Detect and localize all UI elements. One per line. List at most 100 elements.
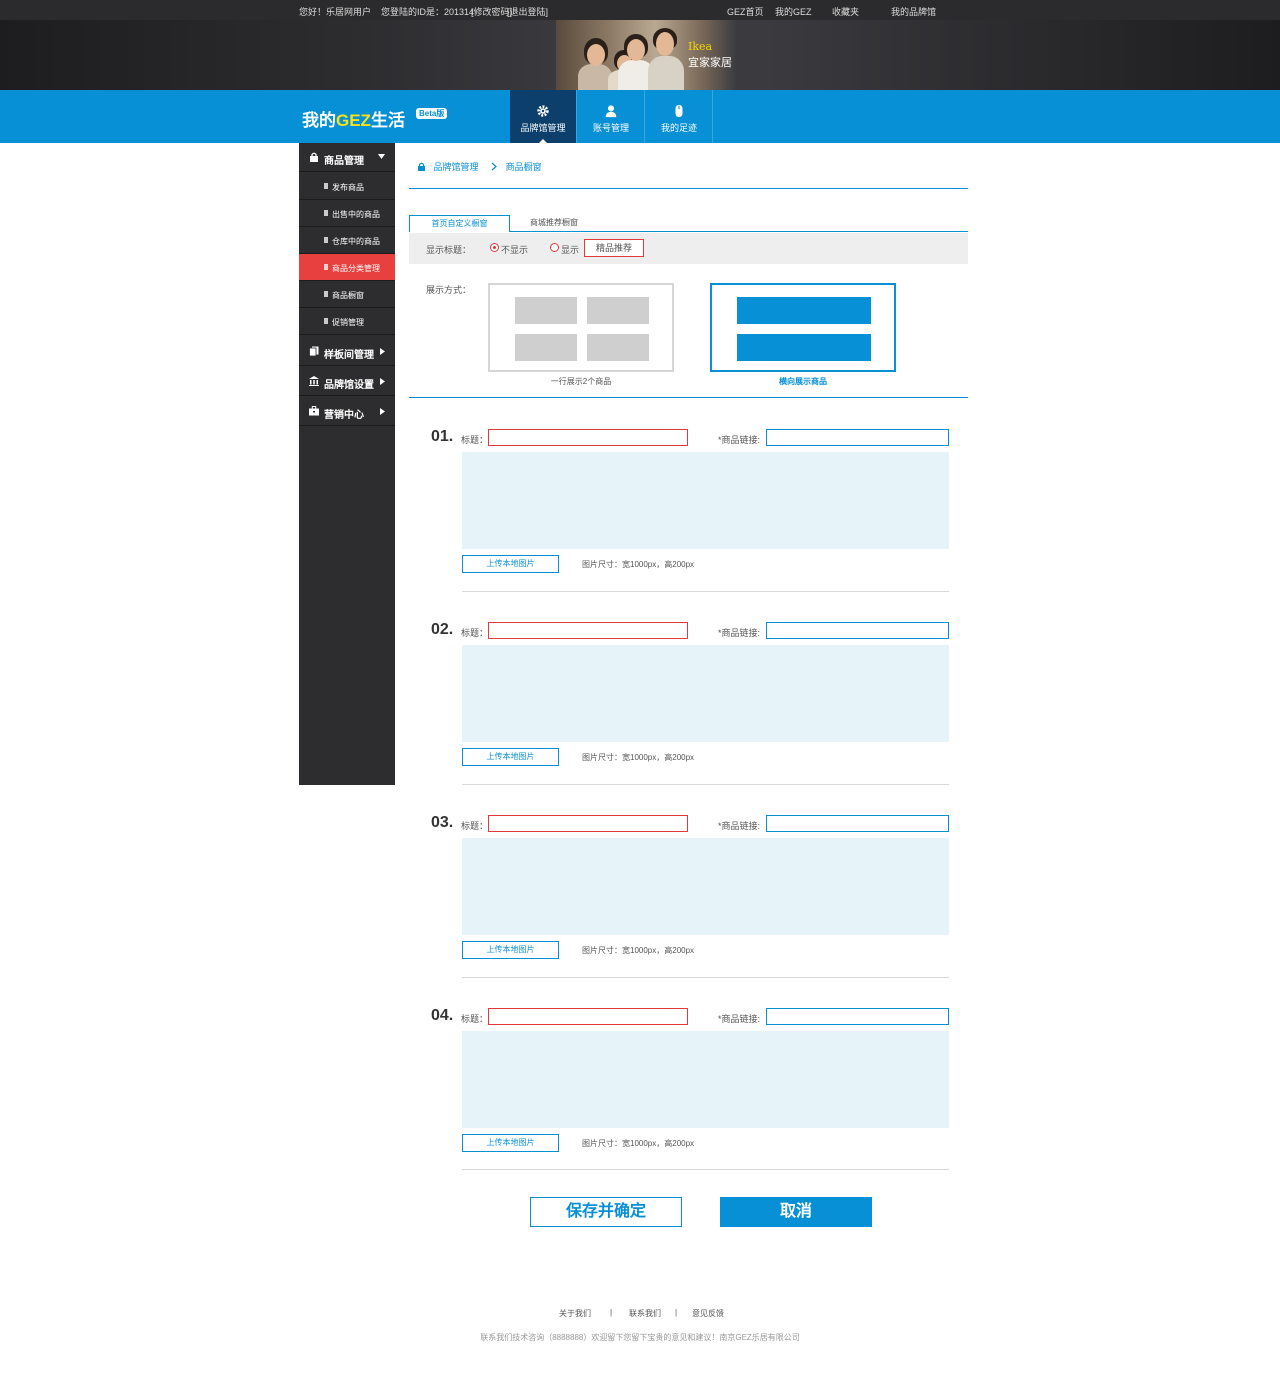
footer-link-about[interactable]: 关于我们 xyxy=(559,1308,591,1319)
radio-hide-title[interactable] xyxy=(490,243,499,252)
display-mode-label: 展示方式： xyxy=(426,285,472,295)
change-password-link[interactable]: [修改密码] xyxy=(471,5,512,18)
beta-badge: Beta版 xyxy=(416,108,448,119)
breadcrumb-root-link[interactable]: 品牌馆管理 xyxy=(434,162,479,172)
sidebar-item-label: 商品橱窗 xyxy=(332,291,364,300)
main-nav: 我的GEZ生活 Beta版 品牌馆管理 账号管理 我的足迹 xyxy=(0,90,1280,143)
sidebar-group-sample-room[interactable]: 样板间管理 xyxy=(299,337,395,366)
chevron-down-icon xyxy=(378,154,385,159)
divider xyxy=(462,784,949,785)
logo-brand: GEZ xyxy=(336,111,371,130)
sidebar-group-label: 商品管理 xyxy=(324,156,364,167)
slot-title-input[interactable] xyxy=(488,1008,688,1025)
slot-number: 03. xyxy=(431,814,454,831)
image-size-hint: 图片尺寸：宽1000px，高200px xyxy=(582,946,695,955)
divider xyxy=(462,591,949,592)
brand-name-cn: 宜家家居 xyxy=(688,57,732,69)
slot-link-input[interactable] xyxy=(766,429,949,446)
top-link-my-gez[interactable]: 我的GEZ xyxy=(775,5,812,18)
user-icon xyxy=(605,105,617,118)
family-photo: Ikea 宜家家居 xyxy=(556,20,736,90)
slot-image-preview xyxy=(462,645,949,742)
footer-link-feedback[interactable]: 意见反馈 xyxy=(692,1308,724,1319)
slot-title-input[interactable] xyxy=(488,429,688,446)
slot-link-input[interactable] xyxy=(766,815,949,832)
sidebar-group-product-management[interactable]: 商品管理 xyxy=(299,143,395,172)
greeting-text: 您好！乐居网用户 xyxy=(299,7,372,17)
top-link-home[interactable]: GEZ首页 xyxy=(727,5,764,18)
slot-link-label: *商品链接: xyxy=(718,435,761,445)
layout-option-two-per-row[interactable] xyxy=(488,283,674,372)
sidebar-item-warehouse[interactable]: 仓库中的商品 xyxy=(299,227,395,254)
radio-show-title[interactable] xyxy=(550,243,559,252)
slot-link-label: *商品链接: xyxy=(718,1014,761,1024)
nav-tab-label: 账号管理 xyxy=(592,123,629,133)
sidebar-item-showcase[interactable]: 商品橱窗 xyxy=(299,281,395,308)
active-tab-pointer xyxy=(539,139,547,143)
layout-preview-block xyxy=(515,334,577,361)
show-title-label: 显示标题： xyxy=(426,245,472,255)
save-confirm-button[interactable]: 保存并确定 xyxy=(530,1197,682,1227)
layout-option-horizontal[interactable] xyxy=(710,283,896,372)
divider xyxy=(462,1169,949,1170)
slot-link-input[interactable] xyxy=(766,622,949,639)
chevron-right-icon xyxy=(380,348,385,355)
layout-preview-block xyxy=(587,297,649,324)
cancel-button[interactable]: 取消 xyxy=(720,1197,872,1227)
sidebar-item-on-sale[interactable]: 出售中的商品 xyxy=(299,200,395,227)
sidebar-group-label: 样板间管理 xyxy=(324,350,374,361)
sidebar: 商品管理 发布商品 出售中的商品 仓库中的商品 商品分类管理 商品橱窗 促销管理… xyxy=(299,143,395,785)
upload-image-button[interactable]: 上传本地图片 xyxy=(462,941,559,959)
sidebar-item-promotion[interactable]: 促销管理 xyxy=(299,308,395,335)
layout-option-two-per-row-caption: 一行展示2个商品 xyxy=(550,377,612,386)
slot-title-label: 标题： xyxy=(461,1014,489,1024)
slot-link-input[interactable] xyxy=(766,1008,949,1025)
nav-tab-label: 我的足迹 xyxy=(660,123,697,133)
chevron-right-icon xyxy=(380,408,385,415)
chevron-right-icon xyxy=(491,162,497,171)
briefcase-icon xyxy=(309,406,319,416)
radio-hide-label: 不显示 xyxy=(501,245,529,255)
sidebar-group-brand-settings[interactable]: 品牌馆设置 xyxy=(299,367,395,396)
slot-image-preview xyxy=(462,838,949,935)
title-text-input[interactable]: 精品推荐 xyxy=(584,239,644,257)
tab-homepage-custom-showcase[interactable]: 首页自定义橱窗 xyxy=(409,215,510,232)
upload-image-button[interactable]: 上传本地图片 xyxy=(462,748,559,766)
slot-title-label: 标题： xyxy=(461,821,489,831)
sidebar-group-label: 营销中心 xyxy=(324,410,364,421)
upload-image-button[interactable]: 上传本地图片 xyxy=(462,1134,559,1152)
radio-show-label: 显示 xyxy=(561,245,580,255)
footer-link-contact[interactable]: 联系我们 xyxy=(629,1308,661,1319)
tab-mall-recommend-showcase[interactable]: 商城推荐橱窗 xyxy=(516,215,592,232)
slot-title-input[interactable] xyxy=(488,622,688,639)
divider xyxy=(462,977,949,978)
footer-separator: | xyxy=(610,1308,613,1317)
top-link-favorites[interactable]: 收藏夹 xyxy=(832,5,859,18)
sidebar-item-category[interactable]: 商品分类管理 xyxy=(299,254,395,281)
nav-tab-brand-management[interactable]: 品牌馆管理 xyxy=(510,90,577,143)
image-size-hint: 图片尺寸：宽1000px，高200px xyxy=(582,560,695,569)
slot-image-preview xyxy=(462,1031,949,1128)
layout-preview-block xyxy=(587,334,649,361)
upload-image-button[interactable]: 上传本地图片 xyxy=(462,555,559,573)
brand-banner: Ikea 宜家家居 xyxy=(0,20,1280,90)
slot-title-input[interactable] xyxy=(488,815,688,832)
sidebar-item-publish[interactable]: 发布商品 xyxy=(299,173,395,200)
sidebar-group-marketing[interactable]: 营销中心 xyxy=(299,397,395,426)
site-logo[interactable]: 我的GEZ生活 Beta版 xyxy=(302,106,448,131)
nav-tab-account[interactable]: 账号管理 xyxy=(578,90,645,143)
image-size-hint: 图片尺寸：宽1000px，高200px xyxy=(582,753,695,762)
sidebar-item-label: 商品分类管理 xyxy=(332,264,380,273)
top-link-my-brand[interactable]: 我的品牌馆 xyxy=(891,5,936,18)
chevron-right-icon xyxy=(380,378,385,385)
slot-number: 01. xyxy=(431,428,454,445)
gear-icon xyxy=(537,105,549,117)
slot-image-preview xyxy=(462,452,949,549)
logout-link[interactable]: [退出登陆] xyxy=(507,5,548,18)
nav-tab-label: 品牌馆管理 xyxy=(520,123,566,133)
sidebar-item-label: 促销管理 xyxy=(332,318,364,327)
layout-preview-block xyxy=(737,297,871,324)
slot-title-label: 标题： xyxy=(461,628,489,638)
brand-name-en: Ikea xyxy=(688,40,713,53)
nav-tab-footprint[interactable]: 我的足迹 xyxy=(646,90,713,143)
